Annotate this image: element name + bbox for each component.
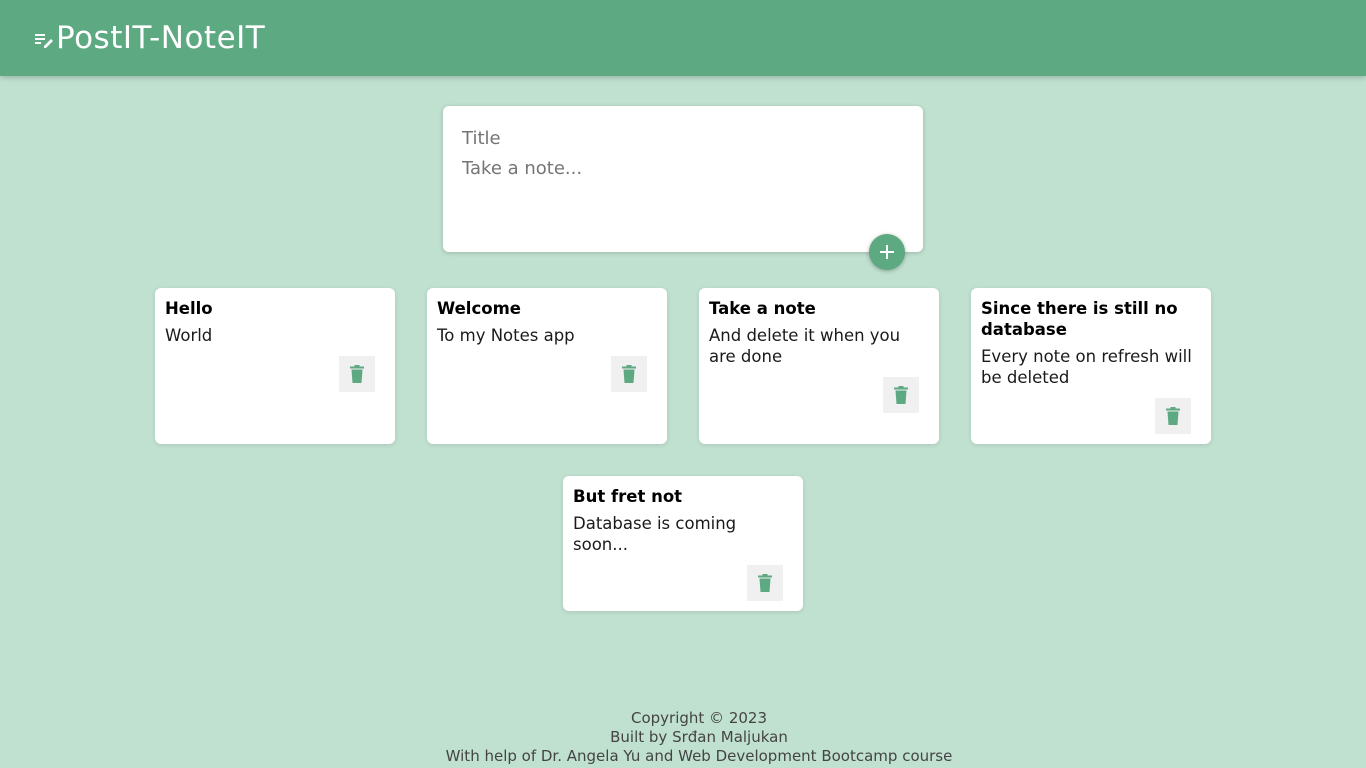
note-title: Hello bbox=[165, 299, 213, 318]
note-body: Database is coming soon... bbox=[573, 514, 737, 554]
note-textarea[interactable] bbox=[462, 158, 902, 182]
trash-icon bbox=[622, 365, 636, 383]
note-body: And delete it when you are done bbox=[709, 326, 901, 366]
note-card: Take a note And delete it when you are d… bbox=[699, 288, 939, 444]
note-body: World bbox=[165, 326, 213, 345]
note-card: Hello World bbox=[155, 288, 395, 444]
delete-note-button[interactable] bbox=[611, 356, 647, 392]
note-title: Since there is still no database bbox=[981, 299, 1178, 339]
note-composer bbox=[443, 106, 923, 252]
delete-note-button[interactable] bbox=[1155, 398, 1191, 434]
copyright-text: Copyright © 2023 bbox=[630, 709, 767, 727]
note-title: Welcome bbox=[437, 299, 521, 318]
trash-icon bbox=[894, 386, 908, 404]
course-credit: With help of Dr. Angela Yu and Web Devel… bbox=[445, 747, 953, 765]
brand: PostIT-NoteIT bbox=[34, 20, 265, 56]
note-body: Every note on refresh will be deleted bbox=[981, 347, 1192, 387]
page-footer: Copyright © 2023 Built by Srđan Maljukan… bbox=[0, 709, 1366, 766]
title-input[interactable] bbox=[462, 126, 902, 150]
note-card: Welcome To my Notes app bbox=[427, 288, 667, 444]
note-card: But fret not Database is coming soon... bbox=[563, 476, 803, 611]
app-title: PostIT-NoteIT bbox=[56, 20, 266, 56]
delete-note-button[interactable] bbox=[747, 565, 783, 601]
add-note-button[interactable] bbox=[869, 234, 905, 270]
delete-note-button[interactable] bbox=[883, 377, 919, 413]
delete-note-button[interactable] bbox=[339, 356, 375, 392]
trash-icon bbox=[350, 365, 364, 383]
note-title: But fret not bbox=[573, 487, 683, 506]
author-credit: Built by Srđan Maljukan bbox=[610, 728, 788, 746]
trash-icon bbox=[758, 574, 772, 592]
notes-edit-icon bbox=[34, 29, 56, 51]
note-body: To my Notes app bbox=[437, 326, 575, 345]
app-header: PostIT-NoteIT bbox=[0, 0, 1366, 76]
note-card: Since there is still no database Every n… bbox=[971, 288, 1211, 444]
trash-icon bbox=[1166, 407, 1180, 425]
plus-icon bbox=[878, 243, 896, 261]
note-title: Take a note bbox=[709, 299, 816, 318]
